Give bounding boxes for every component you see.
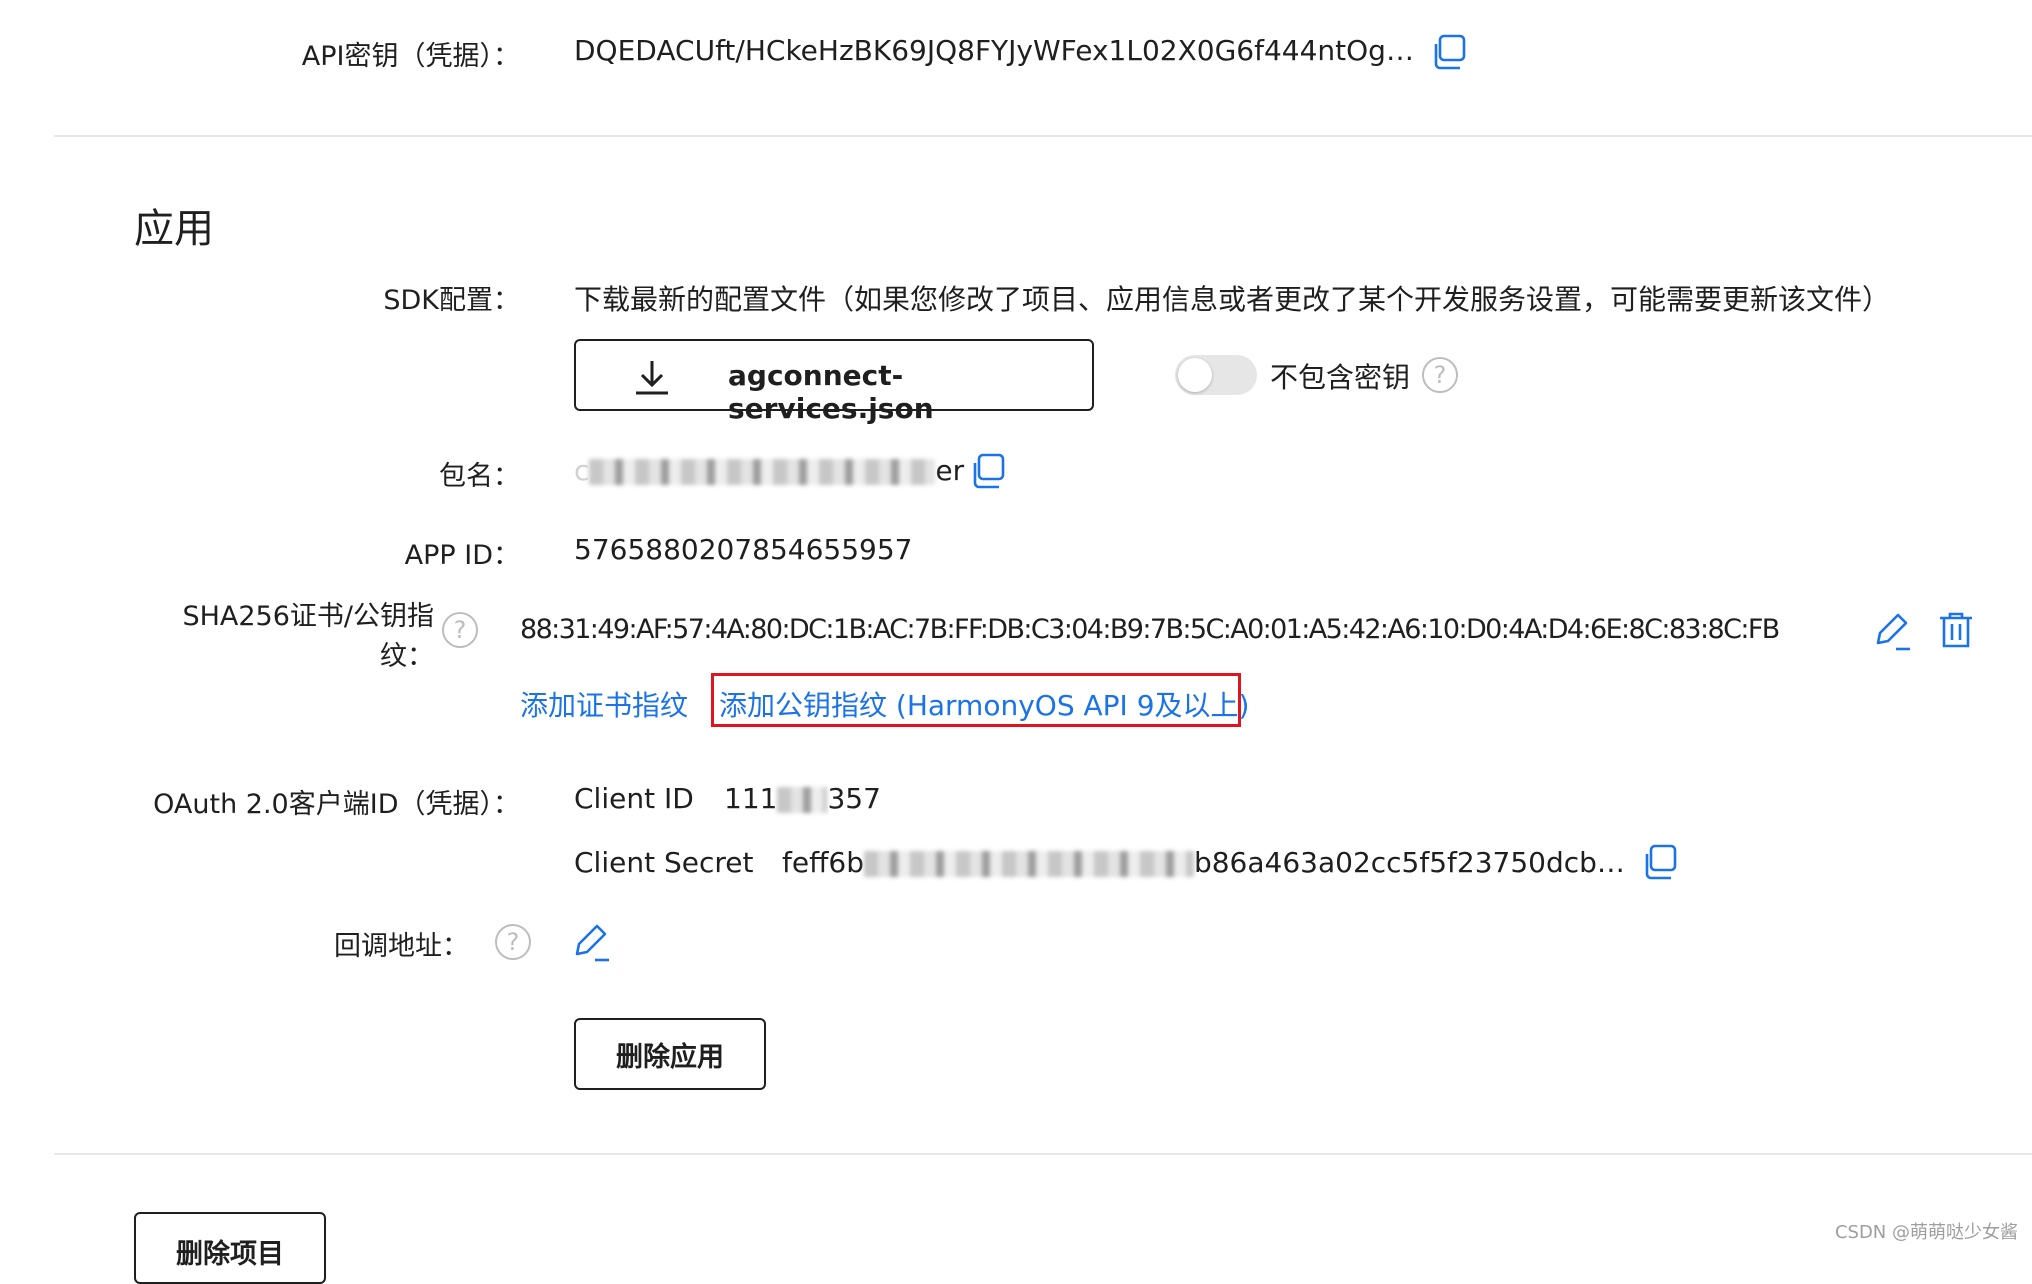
api-key-label: API密钥（凭据）：: [301, 41, 520, 72]
edit-icon[interactable]: [573, 922, 613, 962]
redacted-blur: [777, 787, 828, 813]
client-secret-label: Client Secret: [574, 846, 754, 879]
help-icon[interactable]: ?: [442, 612, 478, 648]
exclude-key-toggle[interactable]: [1175, 355, 1257, 395]
download-config-button[interactable]: agconnect-services.json: [574, 339, 1094, 425]
client-id-label: Client ID: [574, 782, 694, 815]
client-id-prefix: 111: [724, 782, 778, 815]
package-value-suffix: er: [935, 454, 965, 487]
help-icon[interactable]: ?: [495, 924, 531, 960]
copy-icon[interactable]: [1641, 844, 1677, 880]
sdk-config-description: 下载最新的配置文件（如果您修改了项目、应用信息或者更改了某个开发服务设置，可能需…: [574, 283, 1891, 316]
copy-icon[interactable]: [969, 453, 1005, 489]
edit-icon[interactable]: [1874, 611, 1914, 651]
download-icon: [632, 357, 672, 397]
section-title: 应用: [134, 206, 214, 252]
package-value: c er: [574, 454, 964, 487]
trash-icon[interactable]: [1936, 610, 1976, 650]
oauth-client-label: OAuth 2.0客户端ID（凭据）：: [153, 789, 520, 820]
toggle-knob: [1178, 358, 1212, 392]
sha256-label-line2: 纹：: [380, 641, 434, 672]
app-id-value: 5765880207854655957: [574, 533, 913, 566]
sha256-value: 88:31:49:AF:57:4A:80:DC:1B:AC:7B:FF:DB:C…: [520, 614, 1780, 645]
delete-app-label: 删除应用: [616, 1041, 724, 1073]
client-secret-prefix: feff6b: [782, 846, 864, 879]
copy-icon[interactable]: [1430, 34, 1466, 70]
callback-url-label: 回调地址：: [334, 931, 469, 962]
add-pubkey-fingerprint-link[interactable]: 添加公钥指纹 (HarmonyOS API 9及以上): [719, 684, 1249, 724]
package-label: 包名：: [439, 461, 520, 492]
redacted-blur: [589, 459, 936, 485]
watermark: CSDN @萌萌哒少女酱: [1834, 1222, 2018, 1243]
client-secret-value: feff6b b86a463a02cc5f5f23750dcb…: [782, 846, 1625, 879]
sdk-config-label: SDK配置：: [383, 285, 520, 316]
delete-project-button[interactable]: 删除项目: [134, 1212, 326, 1284]
exclude-key-label: 不包含密钥: [1270, 361, 1411, 394]
client-id-suffix: 357: [827, 782, 881, 815]
client-secret-suffix: b86a463a02cc5f5f23750dcb…: [1193, 846, 1625, 879]
package-value-prefix: c: [574, 454, 590, 487]
divider: [54, 1153, 2032, 1155]
sha256-label-line1: SHA256证书/公钥指: [182, 601, 434, 632]
download-config-label: agconnect-services.json: [728, 359, 934, 425]
divider: [54, 135, 2032, 137]
redacted-blur: [863, 851, 1194, 877]
api-key-value: DQEDACUft/HCkeHzBK69JQ8FYJyWFex1L02X0G6f…: [574, 34, 1414, 67]
app-id-label: APP ID：: [404, 540, 520, 571]
client-id-value: 111 357: [724, 782, 881, 815]
help-icon[interactable]: ?: [1422, 357, 1458, 393]
add-cert-fingerprint-link[interactable]: 添加证书指纹: [520, 684, 688, 724]
delete-app-button[interactable]: 删除应用: [574, 1018, 766, 1090]
